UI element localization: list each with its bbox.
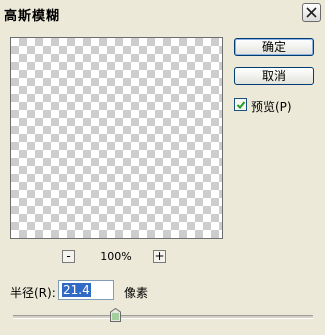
radius-slider-thumb[interactable] <box>109 308 121 322</box>
preview-pane[interactable] <box>10 37 223 239</box>
checkmark-icon <box>236 101 246 109</box>
radius-value: 21.4 <box>62 283 91 297</box>
radius-label: 半径(R): <box>10 286 56 300</box>
ok-button[interactable]: 确定 <box>234 38 314 56</box>
close-icon <box>306 7 317 18</box>
close-button[interactable] <box>302 3 321 22</box>
preview-label: 预览(P) <box>251 100 292 114</box>
checkbox-box[interactable] <box>234 98 247 111</box>
radius-slider-track[interactable] <box>13 315 313 319</box>
unit-label: 像素 <box>124 286 149 300</box>
cancel-button[interactable]: 取消 <box>234 67 314 85</box>
title-bar: 高斯模糊 <box>0 0 325 27</box>
zoom-in-button[interactable]: + <box>153 249 166 263</box>
zoom-in-label: + <box>154 249 165 263</box>
zoom-out-label: - <box>66 249 71 263</box>
zoom-out-button[interactable]: - <box>62 249 75 263</box>
zoom-level: 100% <box>100 250 132 263</box>
window-title: 高斯模糊 <box>4 9 61 24</box>
